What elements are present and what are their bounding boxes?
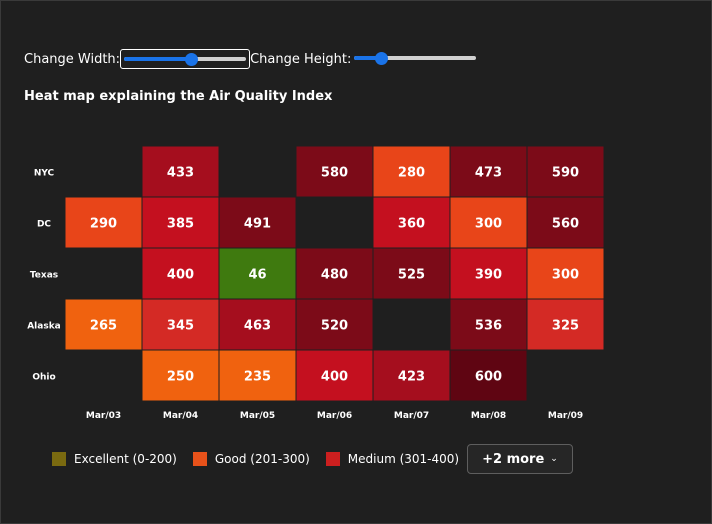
- legend-swatch: [52, 452, 66, 466]
- data-label: 345: [167, 319, 194, 334]
- data-label: 463: [244, 319, 271, 334]
- data-label: 525: [398, 268, 425, 283]
- data-label: 536: [475, 319, 502, 334]
- x-tick-label: Mar/07: [394, 411, 429, 421]
- data-label: 590: [552, 166, 579, 181]
- data-label: 235: [244, 370, 271, 385]
- y-tick-label: NYC: [34, 169, 55, 179]
- data-label: 300: [552, 268, 579, 283]
- data-label: 300: [475, 217, 502, 232]
- y-tick-label: Ohio: [32, 373, 55, 383]
- legend-label: Good (201-300): [214, 452, 310, 466]
- chevron-down-icon: ⌄: [550, 454, 558, 464]
- data-label: 480: [321, 268, 348, 283]
- data-label: 290: [90, 217, 117, 232]
- y-tick-label: Alaska: [27, 322, 61, 332]
- data-label: 400: [321, 370, 348, 385]
- data-label: 250: [167, 370, 194, 385]
- y-tick-label: Texas: [30, 271, 58, 281]
- legend-swatch: [192, 452, 207, 466]
- legend-more-button[interactable]: +2 more ⌄: [467, 444, 573, 474]
- x-tick-label: Mar/08: [471, 411, 506, 421]
- legend-item[interactable]: Medium (301-400): [325, 452, 460, 466]
- heatmap-chart: NYC DC Texas Alaska Ohio Mar/03 Mar/04 Mar/05 Ma…: [27, 145, 605, 421]
- x-tick-label: Mar/03: [86, 411, 121, 421]
- x-tick-label: Mar/06: [317, 411, 352, 421]
- data-label: 265: [90, 319, 117, 334]
- data-label: 491: [244, 217, 271, 232]
- data-label: 360: [398, 217, 425, 232]
- data-label: 560: [552, 217, 579, 232]
- data-label: 325: [552, 319, 579, 334]
- y-tick-label: DC: [37, 220, 51, 230]
- data-label: 385: [167, 217, 194, 232]
- x-tick-label: Mar/09: [548, 411, 583, 421]
- legend-swatch: [325, 452, 340, 466]
- legend-item[interactable]: Excellent (0-200): [52, 452, 177, 466]
- data-label: 46: [248, 268, 266, 283]
- data-label: 433: [167, 166, 194, 181]
- data-label: 280: [398, 166, 425, 181]
- legend-item[interactable]: Good (201-300): [192, 452, 310, 466]
- chart-legend: Excellent (0-200) Good (201-300) Medium (3…: [52, 443, 573, 475]
- data-label: 400: [167, 268, 194, 283]
- x-tick-label: Mar/04: [163, 411, 198, 421]
- data-label: 423: [398, 370, 425, 385]
- legend-label: Medium (301-400): [347, 452, 460, 466]
- data-label: 473: [475, 166, 502, 181]
- data-label: 390: [475, 268, 502, 283]
- data-label: 520: [321, 319, 348, 334]
- data-label: 580: [321, 166, 348, 181]
- legend-more-label: +2 more: [482, 451, 545, 467]
- data-label: 600: [475, 370, 502, 385]
- x-tick-label: Mar/05: [240, 411, 275, 421]
- legend-label: Excellent (0-200): [74, 452, 177, 466]
